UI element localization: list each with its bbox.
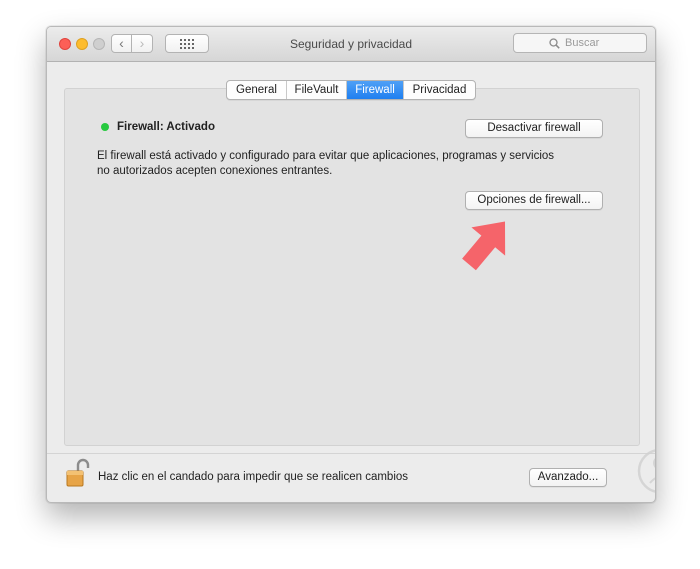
lock-hint-text: Haz clic en el candado para impedir que … [98, 471, 409, 483]
tab-bar: General FileVault Firewall Privacidad [226, 80, 476, 100]
preferences-window: ‹ › Seguridad y privacidad Buscar Genera… [46, 26, 656, 503]
deactivate-firewall-button[interactable]: Desactivar firewall [465, 119, 603, 138]
tab-privacidad[interactable]: Privacidad [404, 81, 475, 99]
title-bar: ‹ › Seguridad y privacidad Buscar [47, 27, 655, 62]
solvetic-logo-icon [637, 449, 655, 493]
search-field[interactable]: Buscar [513, 33, 647, 53]
footer-divider [47, 453, 655, 454]
advanced-button[interactable]: Avanzado... [529, 468, 607, 487]
firewall-panel [64, 88, 640, 446]
tab-general[interactable]: General [227, 81, 287, 99]
firewall-status: Firewall: Activado [117, 121, 215, 133]
unlocked-padlock-icon[interactable] [66, 458, 90, 488]
search-placeholder: Buscar [565, 37, 600, 49]
red-arrow-icon [462, 221, 506, 271]
firewall-description: El firewall está activado y configurado … [97, 150, 555, 177]
firewall-options-button[interactable]: Opciones de firewall... [465, 191, 603, 210]
tab-filevault[interactable]: FileVault [287, 81, 347, 99]
status-indicator-dot [101, 123, 109, 131]
search-icon [549, 38, 560, 49]
tab-firewall[interactable]: Firewall [347, 81, 404, 99]
